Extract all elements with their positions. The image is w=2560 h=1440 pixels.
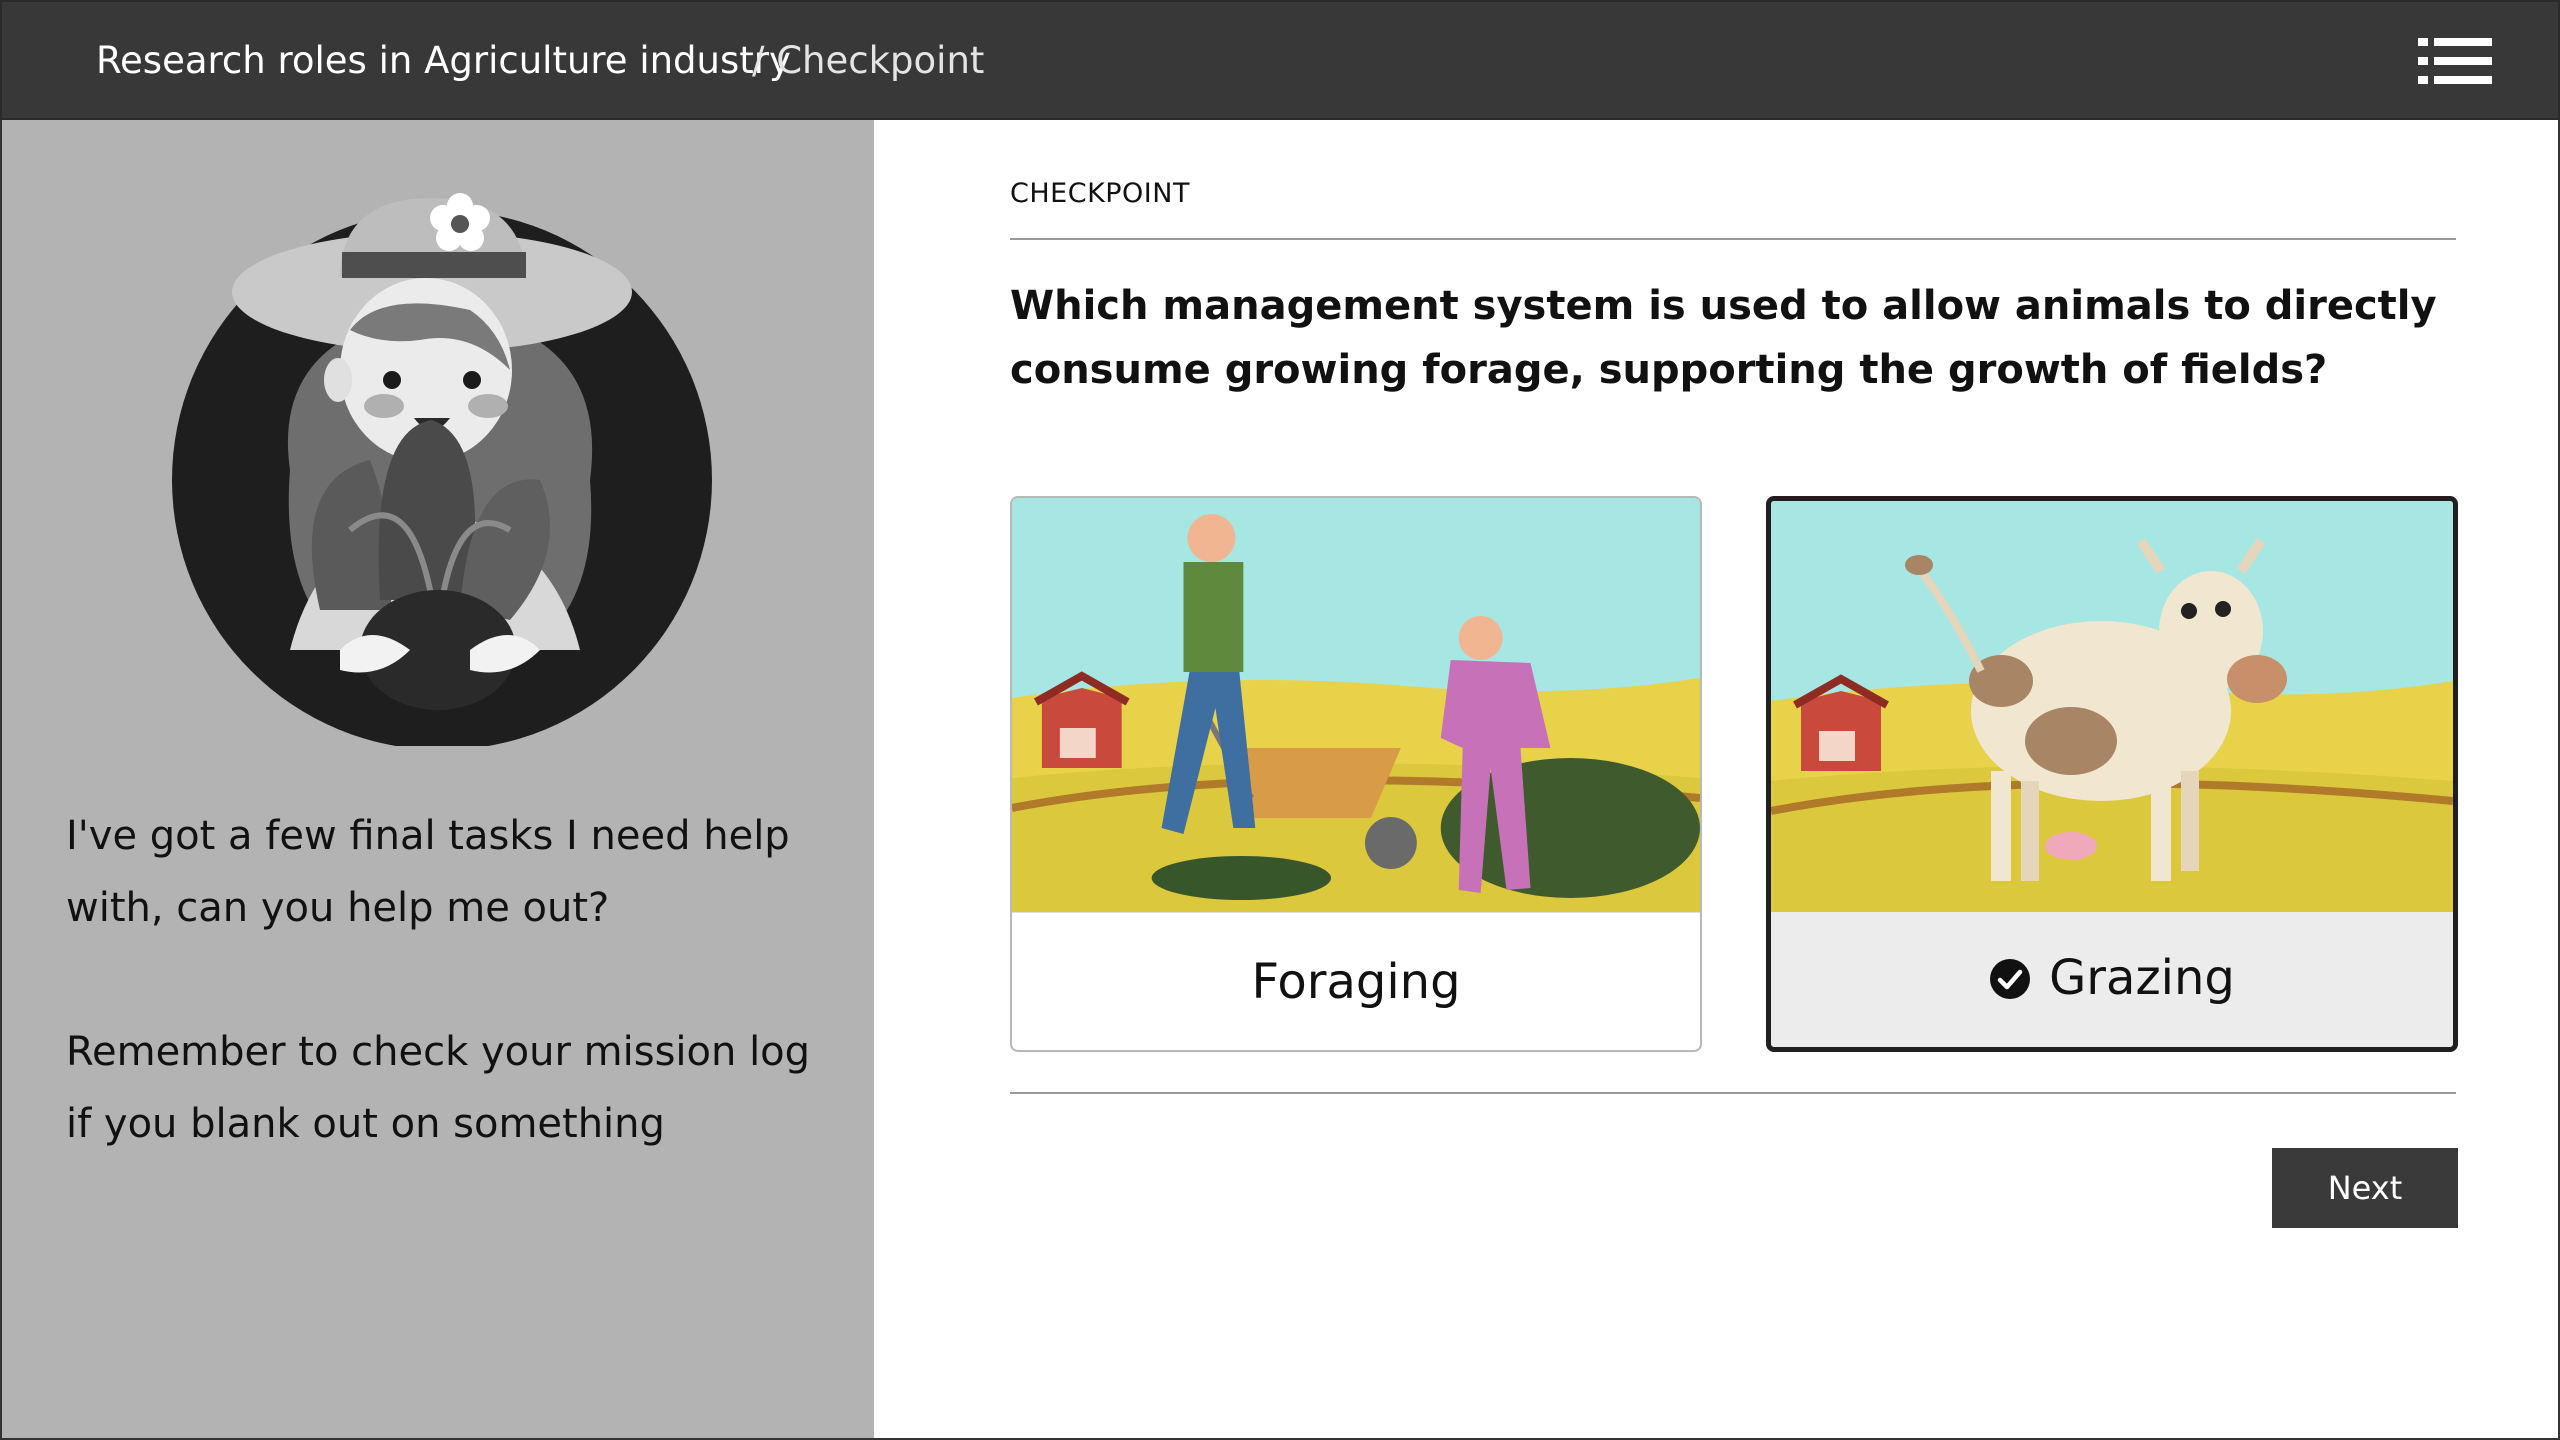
speech-line-1: I've got a few final tasks I need help w… [66, 813, 790, 931]
option-grazing-label: Grazing [1771, 909, 2453, 1047]
next-button[interactable]: Next [2272, 1148, 2458, 1228]
list-menu-icon[interactable] [2418, 38, 2492, 84]
check-circle-icon [1989, 915, 2031, 999]
option-foraging-label: Foraging [1012, 912, 1700, 1050]
foraging-illustration [1012, 498, 1700, 912]
section-label: CHECKPOINT [1010, 178, 1190, 209]
checkpoint-panel: CHECKPOINT Which management system is us… [874, 120, 2560, 1440]
top-bar: Research roles in Agriculture industry /… [0, 0, 2560, 120]
farmer-woman-avatar [170, 180, 716, 750]
option-foraging[interactable]: Foraging [1010, 496, 1702, 1052]
option-grazing[interactable]: Grazing [1766, 496, 2458, 1052]
question-text: Which management system is used to allow… [1010, 283, 2437, 393]
divider-bottom [1010, 1092, 2456, 1094]
grazing-cow-illustration [1771, 501, 2453, 912]
character-panel: I've got a few final tasks I need help w… [0, 120, 874, 1440]
divider-top [1010, 238, 2456, 240]
breadcrumb-current-page: / Checkpoint [752, 39, 985, 82]
course-title: Research roles in Agriculture industry [96, 39, 791, 82]
speech-line-2: Remember to check your mission log if yo… [66, 1029, 811, 1147]
option-grazing-text: Grazing [2049, 950, 2235, 1006]
